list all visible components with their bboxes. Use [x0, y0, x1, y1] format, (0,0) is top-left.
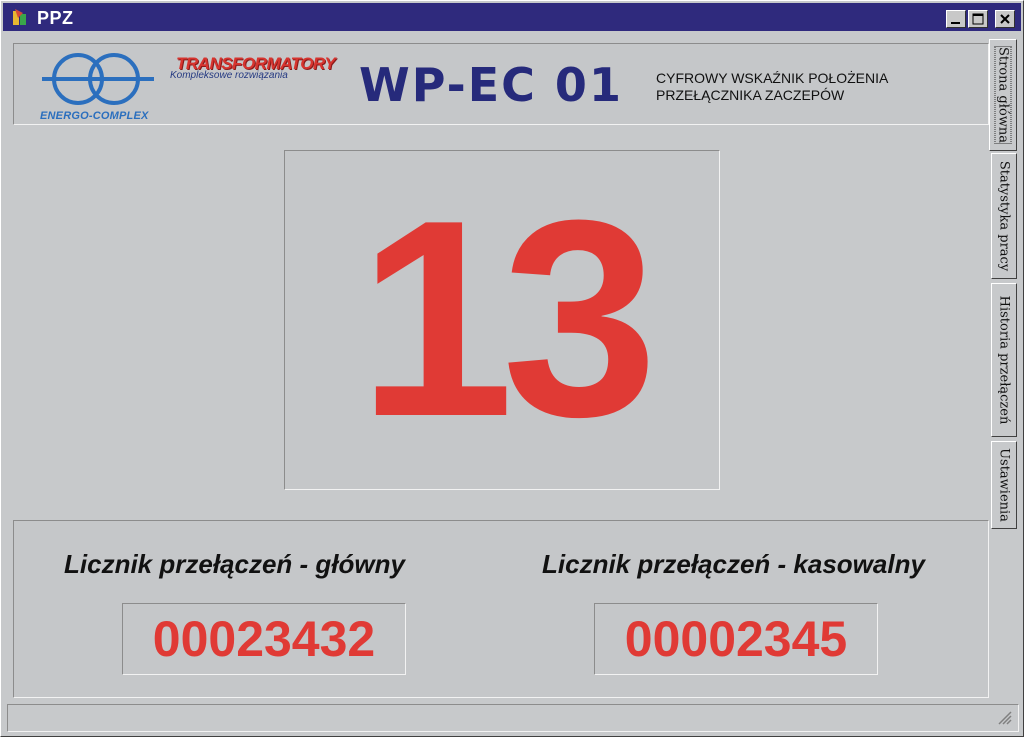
energo-complex-label: ENERGO-COMPLEX	[40, 110, 149, 122]
tab-history-label: Historia przełączeń	[996, 295, 1012, 425]
tap-position-display: 13	[284, 150, 720, 490]
resize-grip-icon[interactable]	[998, 711, 1012, 725]
main-content: ENERGO-COMPLEX TRANSFORMATORY Kompleksow…	[9, 39, 989, 699]
tap-position-value: 13	[358, 163, 657, 475]
description-line-2: PRZEŁĄCZNIKA ZACZEPÓW	[656, 87, 845, 103]
resettable-counter-display[interactable]: 00002345	[594, 603, 878, 675]
close-icon	[1000, 14, 1010, 24]
tab-home[interactable]: Strona główna	[989, 39, 1017, 151]
tab-statistics-label: Statystyka pracy	[996, 160, 1012, 272]
resettable-counter-value: 00002345	[624, 611, 848, 667]
tab-history[interactable]: Historia przełączeń	[991, 283, 1017, 437]
title-bar[interactable]: PPZ	[3, 3, 1021, 31]
app-window: PPZ ENERGO-COMPLEX TRANSFORMATORY Komple…	[0, 0, 1024, 737]
transformatory-tagline: Kompleksowe rozwiązania	[170, 70, 288, 81]
maximize-button[interactable]	[968, 10, 988, 28]
resettable-counter-label: Licznik przełączeń - kasowalny	[542, 549, 925, 579]
minimize-icon	[951, 22, 960, 24]
description-line-1: CYFROWY WSKAŹNIK POŁOŻENIA	[656, 70, 889, 86]
minimize-button[interactable]	[946, 10, 966, 28]
status-bar	[7, 704, 1019, 732]
maximize-icon	[972, 13, 984, 25]
window-title: PPZ	[37, 8, 74, 28]
model-title: WP-EC 01	[359, 58, 623, 112]
side-tabs: Strona główna Statystyka pracy Historia …	[989, 39, 1019, 529]
main-counter-display: 00023432	[122, 603, 406, 675]
header-panel: ENERGO-COMPLEX TRANSFORMATORY Kompleksow…	[13, 43, 989, 125]
energo-complex-logo	[42, 53, 154, 105]
tab-settings[interactable]: Ustawienia	[991, 441, 1017, 529]
app-icon	[13, 9, 26, 25]
main-counter-label: Licznik przełączeń - główny	[64, 549, 405, 579]
counters-panel: Licznik przełączeń - główny Licznik prze…	[13, 520, 989, 698]
tab-home-label: Strona główna	[995, 40, 1011, 150]
tab-settings-label: Ustawienia	[996, 448, 1012, 522]
close-button[interactable]	[995, 10, 1015, 28]
device-description: CYFROWY WSKAŹNIK POŁOŻENIA PRZEŁĄCZNIKA …	[656, 70, 888, 104]
tab-statistics[interactable]: Statystyka pracy	[991, 153, 1017, 279]
main-counter-value: 00023432	[152, 611, 376, 667]
